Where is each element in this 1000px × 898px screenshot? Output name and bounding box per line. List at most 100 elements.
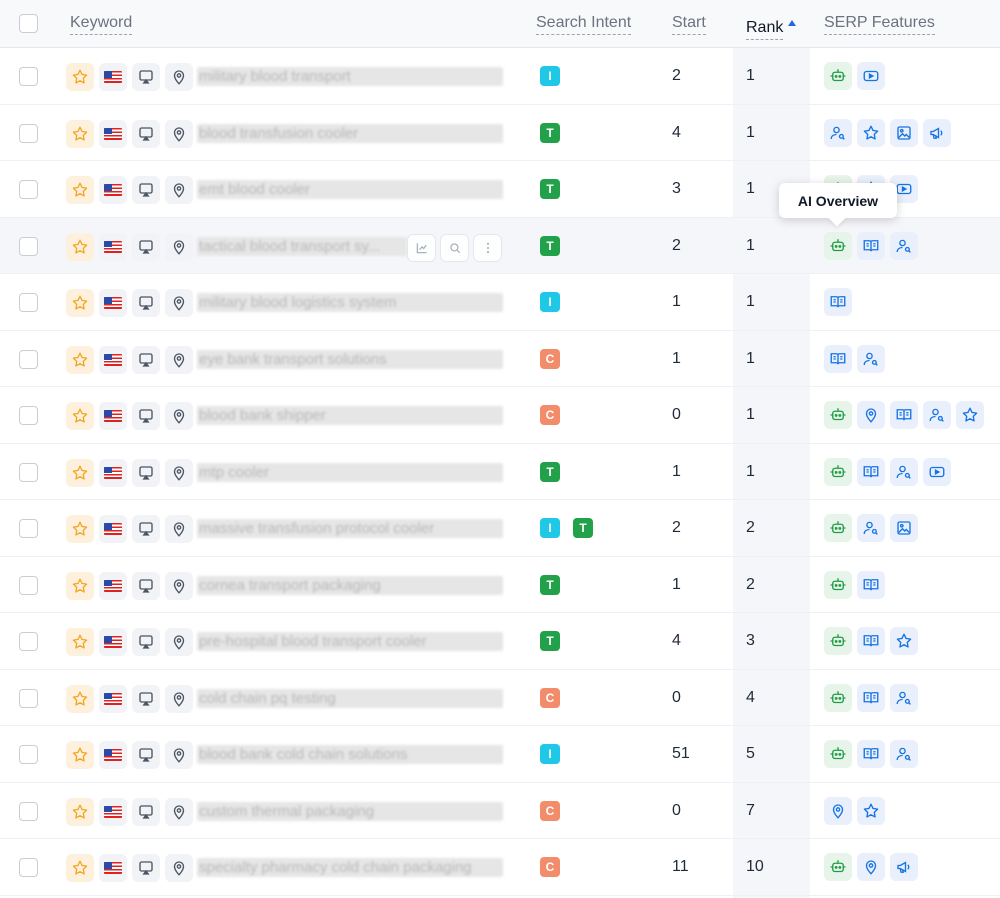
keyword-text[interactable]: eye bank transport solutions [197, 349, 503, 369]
table-row[interactable]: military blood transport I 2 1 [0, 48, 1000, 105]
reviews-icon[interactable] [956, 401, 984, 429]
ai-overview-icon[interactable] [824, 514, 852, 542]
row-checkbox[interactable] [19, 123, 38, 143]
keyword-text[interactable]: pre-hospital blood transport cooler [197, 632, 503, 651]
ai-overview-icon[interactable] [824, 401, 852, 429]
local-pack-icon[interactable] [857, 853, 885, 881]
star-icon[interactable] [66, 232, 94, 261]
table-row[interactable]: pre-hospital blood transport cooler T 4 3 [0, 613, 1000, 670]
people-also-ask-icon[interactable] [824, 118, 852, 147]
star-icon[interactable] [66, 628, 94, 656]
table-row[interactable]: blood transfusion cooler T 4 1 [0, 105, 1000, 161]
reviews-icon[interactable] [890, 627, 918, 655]
search-icon[interactable] [440, 233, 469, 262]
knowledge-panel-icon[interactable] [857, 683, 885, 712]
table-row[interactable]: custom thermal packaging C 0 7 [0, 783, 1000, 839]
row-checkbox[interactable] [19, 632, 38, 651]
table-row[interactable]: specialty pharmacy cold chain packaging C… [0, 839, 1000, 896]
intent-badge-I[interactable]: I [540, 518, 560, 538]
star-icon[interactable] [66, 345, 94, 374]
row-checkbox[interactable] [19, 67, 38, 86]
row-checkbox[interactable] [19, 858, 38, 877]
knowledge-panel-icon[interactable] [890, 401, 918, 429]
row-checkbox[interactable] [19, 575, 38, 595]
ai-overview-icon[interactable] [824, 740, 852, 768]
image-icon[interactable] [890, 514, 918, 542]
ai-overview-icon[interactable] [824, 853, 852, 881]
local-pack-icon[interactable] [857, 401, 885, 429]
ads-icon[interactable] [890, 853, 918, 881]
row-checkbox[interactable] [19, 180, 38, 199]
ai-overview-icon[interactable] [824, 683, 852, 712]
ai-overview-icon[interactable] [824, 570, 852, 599]
keyword-text[interactable]: tactical blood transport sy... [197, 236, 407, 256]
table-row[interactable]: military blood logistics system I 1 1 [0, 274, 1000, 331]
local-pack-icon[interactable] [824, 796, 852, 825]
reviews-icon[interactable] [857, 796, 885, 825]
table-row[interactable]: cold chain pq testing C 0 4 [0, 670, 1000, 726]
intent-badge-C[interactable]: C [540, 348, 560, 369]
knowledge-panel-icon[interactable] [857, 627, 885, 655]
location-icon[interactable] [165, 232, 193, 261]
keyword-text[interactable]: military blood logistics system [197, 293, 503, 312]
star-icon[interactable] [66, 797, 94, 826]
intent-badge-T[interactable]: T [540, 179, 560, 199]
video-icon[interactable] [923, 457, 951, 486]
star-icon[interactable] [66, 176, 94, 204]
sort-ascending-icon[interactable] [788, 20, 796, 26]
keyword-text[interactable]: cold chain pq testing [197, 688, 503, 708]
knowledge-panel-icon[interactable] [857, 570, 885, 599]
star-icon[interactable] [66, 289, 94, 317]
people-also-ask-icon[interactable] [857, 344, 885, 373]
location-icon[interactable] [165, 515, 193, 543]
star-icon[interactable] [66, 854, 94, 882]
people-also-ask-icon[interactable] [923, 401, 951, 429]
keyword-text[interactable]: mtp cooler [197, 462, 503, 482]
location-icon[interactable] [165, 684, 193, 713]
location-icon[interactable] [165, 289, 193, 317]
people-also-ask-icon[interactable] [857, 514, 885, 542]
keyword-text[interactable]: military blood transport [197, 67, 503, 86]
header-search-intent[interactable]: Search Intent [536, 14, 632, 35]
intent-badge-I[interactable]: I [540, 292, 560, 312]
row-checkbox[interactable] [19, 236, 38, 256]
star-icon[interactable] [66, 684, 94, 713]
location-icon[interactable] [165, 176, 193, 204]
row-checkbox[interactable] [19, 293, 38, 312]
star-icon[interactable] [66, 571, 94, 600]
knowledge-panel-icon[interactable] [857, 457, 885, 486]
row-checkbox[interactable] [19, 745, 38, 764]
intent-badge-I[interactable]: I [540, 744, 560, 764]
star-icon[interactable] [66, 119, 94, 148]
more-icon[interactable] [473, 233, 502, 262]
table-row[interactable]: blood bank cold chain solutions I 51 5 [0, 726, 1000, 783]
intent-badge-C[interactable]: C [540, 800, 560, 821]
chart-icon[interactable] [407, 233, 436, 262]
intent-badge-I[interactable]: I [540, 66, 560, 86]
keyword-text[interactable]: custom thermal packaging [197, 801, 503, 821]
star-icon[interactable] [66, 63, 94, 91]
table-row[interactable]: massive transfusion protocol cooler I T 2 2 [0, 500, 1000, 557]
knowledge-panel-icon[interactable] [857, 231, 885, 260]
row-checkbox[interactable] [19, 349, 38, 369]
select-all-checkbox[interactable] [19, 14, 38, 33]
star-icon[interactable] [66, 741, 94, 769]
star-icon[interactable] [66, 515, 94, 543]
header-serp-features[interactable]: SERP Features [824, 14, 935, 35]
location-icon[interactable] [165, 458, 193, 487]
people-also-ask-icon[interactable] [890, 683, 918, 712]
intent-badge-T[interactable]: T [540, 235, 560, 256]
row-checkbox[interactable] [19, 688, 38, 708]
ads-icon[interactable] [923, 118, 951, 147]
ai-overview-icon[interactable] [824, 231, 852, 260]
table-row[interactable]: mtp cooler T 1 1 [0, 444, 1000, 500]
star-icon[interactable] [66, 402, 94, 430]
intent-badge-T[interactable]: T [573, 518, 593, 538]
location-icon[interactable] [165, 402, 193, 430]
intent-badge-C[interactable]: C [540, 687, 560, 708]
header-keyword[interactable]: Keyword [70, 14, 133, 35]
table-row[interactable]: blood bank shipper C 0 1 [0, 387, 1000, 444]
location-icon[interactable] [165, 628, 193, 656]
location-icon[interactable] [165, 741, 193, 769]
location-icon[interactable] [165, 119, 193, 148]
